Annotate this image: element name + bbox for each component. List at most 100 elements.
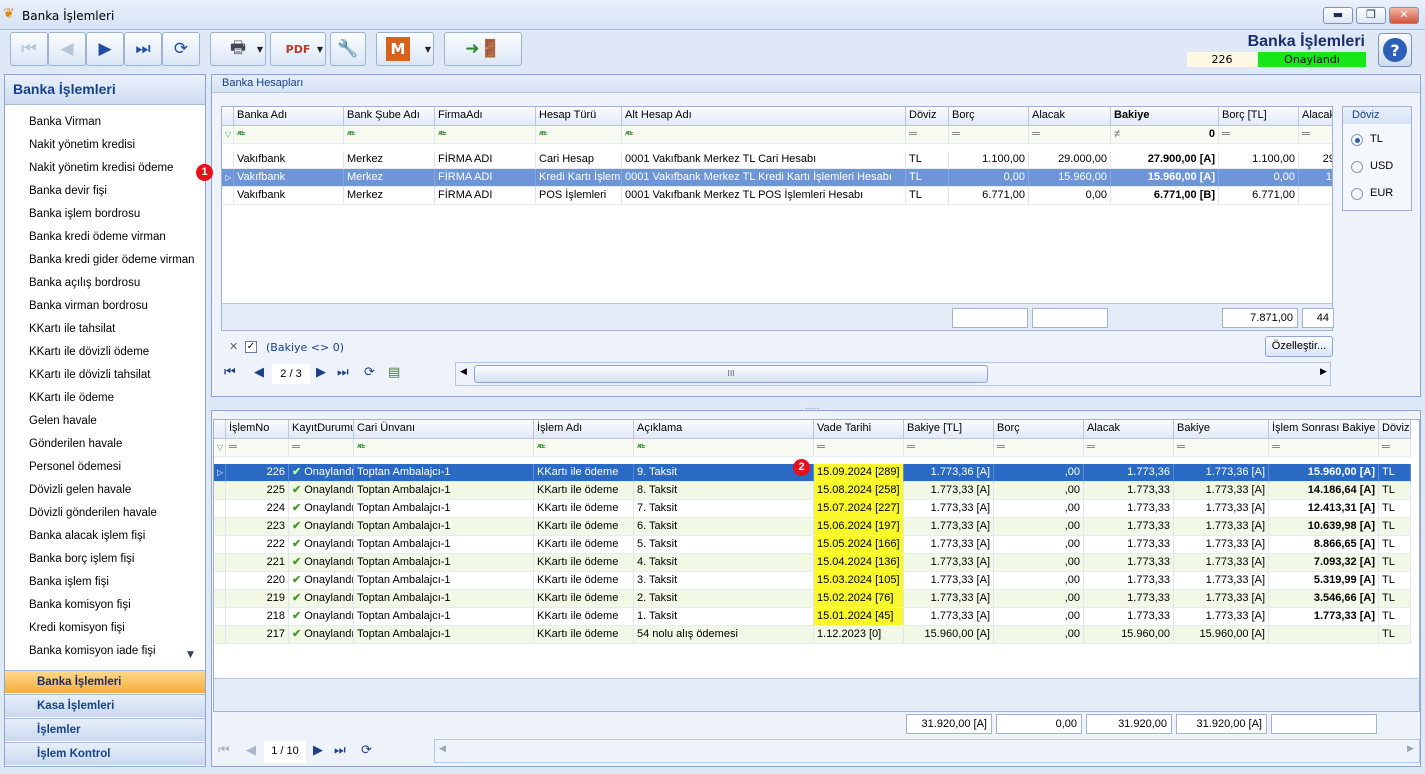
- filter-cell[interactable]: ᴬᴮᶜ: [622, 126, 906, 144]
- filter-cell[interactable]: ═: [1269, 439, 1379, 457]
- column-header[interactable]: Alacak: [1084, 420, 1174, 439]
- sidebar-item[interactable]: Banka devir fişi: [5, 180, 205, 203]
- export-icon[interactable]: ▤: [388, 365, 400, 380]
- sidebar-item[interactable]: Personel ödemesi: [5, 456, 205, 479]
- column-header[interactable]: Alacak: [1029, 107, 1111, 126]
- sidebar-item[interactable]: Banka alacak işlem fişi: [5, 525, 205, 548]
- sidebar-item[interactable]: Banka işlem fişi: [5, 571, 205, 594]
- next-page-button[interactable]: ▶: [316, 365, 326, 380]
- refresh-icon[interactable]: ⟳: [364, 365, 375, 380]
- prev-page-button[interactable]: ◀: [254, 365, 264, 380]
- column-header[interactable]: Bakiye [TL]: [904, 420, 994, 439]
- transaction-row[interactable]: 217 ✔ Onaylandı Toptan Ambalajcı-1 KKartı il…: [214, 626, 1419, 644]
- first-record-button[interactable]: ⏮: [10, 32, 48, 66]
- row-indicator[interactable]: ▷: [214, 464, 226, 482]
- sidebar-item[interactable]: Banka Virman: [5, 111, 205, 134]
- filter-cell[interactable]: ᴬᴮᶜ: [435, 126, 536, 144]
- next-record-button[interactable]: ▶: [86, 32, 124, 66]
- row-indicator[interactable]: [214, 518, 226, 536]
- column-header[interactable]: Bank Şube Adı: [344, 107, 435, 126]
- column-header[interactable]: Alt Hesap Adı: [622, 107, 906, 126]
- column-header[interactable]: İşlem Adı: [534, 420, 634, 439]
- row-indicator[interactable]: [214, 590, 226, 608]
- exit-button[interactable]: ➜🚪: [444, 32, 522, 66]
- last-page-button[interactable]: ⏭: [334, 743, 346, 758]
- account-row[interactable]: Vakıfbank Merkez FİRMA ADI POS İşlemleri 000…: [222, 187, 1332, 205]
- first-page-button[interactable]: ⏮: [218, 743, 230, 758]
- row-indicator[interactable]: ▷: [222, 169, 234, 187]
- filter-text[interactable]: (Bakiye <> 0): [266, 341, 344, 354]
- sidebar-item[interactable]: Dövizli gelen havale: [5, 479, 205, 502]
- transaction-row[interactable]: 220 ✔ Onaylandı Toptan Ambalajcı-1 KKartı il…: [214, 572, 1419, 590]
- help-button[interactable]: ?: [1378, 33, 1412, 67]
- transaction-row[interactable]: 221 ✔ Onaylandı Toptan Ambalajcı-1 KKartı il…: [214, 554, 1419, 572]
- row-indicator[interactable]: [214, 482, 226, 500]
- column-header[interactable]: İşlemNo: [226, 420, 289, 439]
- filter-cell[interactable]: ═: [906, 126, 949, 144]
- last-record-button[interactable]: ⏭: [124, 32, 162, 66]
- nav-group-0[interactable]: Banka İşlemleri: [5, 670, 205, 693]
- nav-group-2[interactable]: İşlemler: [5, 718, 205, 741]
- sidebar-item[interactable]: Nakit yönetim kredisi: [5, 134, 205, 157]
- nav-group-3[interactable]: İşlem Kontrol: [5, 742, 205, 765]
- filter-cell[interactable]: ═: [904, 439, 994, 457]
- transaction-row[interactable]: 218 ✔ Onaylandı Toptan Ambalajcı-1 KKartı il…: [214, 608, 1419, 626]
- row-indicator[interactable]: [214, 608, 226, 626]
- currency-radio-eur[interactable]: [1351, 188, 1363, 200]
- transaction-row[interactable]: 219 ✔ Onaylandı Toptan Ambalajcı-1 KKartı il…: [214, 590, 1419, 608]
- column-header[interactable]: İşlem Sonrası Bakiye: [1269, 420, 1379, 439]
- column-header[interactable]: FirmaAdı: [435, 107, 536, 126]
- currency-label-usd[interactable]: USD: [1370, 160, 1393, 172]
- scroll-thumb[interactable]: III: [474, 365, 988, 383]
- currency-radio-usd[interactable]: [1351, 161, 1363, 173]
- sidebar-item[interactable]: Kredi komisyon fişi: [5, 617, 205, 640]
- sidebar-item[interactable]: Banka kredi gider ödeme virman: [5, 249, 205, 272]
- next-page-button[interactable]: ▶: [313, 743, 323, 758]
- nav-group-1[interactable]: Kasa İşlemleri: [5, 694, 205, 717]
- filter-cell[interactable]: ═: [226, 439, 289, 457]
- sidebar-item[interactable]: KKartı ile ödeme: [5, 387, 205, 410]
- clear-filter-icon[interactable]: ✕: [229, 340, 238, 353]
- filter-cell[interactable]: ═: [949, 126, 1029, 144]
- column-header[interactable]: Cari Ünvanı: [354, 420, 534, 439]
- pdf-export-button[interactable]: PDF ▼: [270, 32, 326, 66]
- column-header[interactable]: Borç [TL]: [1219, 107, 1299, 126]
- sidebar-item[interactable]: Dövizli gönderilen havale: [5, 502, 205, 525]
- column-header[interactable]: Açıklama: [634, 420, 814, 439]
- row-indicator[interactable]: [214, 554, 226, 572]
- close-button[interactable]: ✕: [1389, 7, 1419, 24]
- last-page-button[interactable]: ⏭: [337, 365, 349, 380]
- scroll-left-icon[interactable]: ◀: [460, 367, 467, 377]
- column-header[interactable]: Borç: [949, 107, 1029, 126]
- filter-cell[interactable]: ᴬᴮᶜ: [354, 439, 534, 457]
- sidebar-item[interactable]: Banka komisyon iade fişi: [5, 640, 205, 663]
- filter-cell[interactable]: ═: [814, 439, 904, 457]
- customize-button[interactable]: Özelleştir...: [1265, 336, 1333, 357]
- sidebar-item[interactable]: Banka açılış bordrosu: [5, 272, 205, 295]
- account-row[interactable]: ▷ Vakıfbank Merkez FİRMA ADI Kredi Kartı İşl…: [222, 169, 1332, 187]
- transactions-hscrollbar[interactable]: ◀ ▶: [434, 739, 1420, 763]
- filter-icon[interactable]: ▽: [214, 439, 226, 457]
- filter-icon[interactable]: ▽: [222, 126, 234, 144]
- sidebar-item[interactable]: Banka borç işlem fişi: [5, 548, 205, 571]
- first-page-button[interactable]: ⏮: [224, 365, 236, 380]
- column-header[interactable]: KayıtDurumu: [289, 420, 354, 439]
- sidebar-item[interactable]: Banka kredi ödeme virman: [5, 226, 205, 249]
- currency-label-eur[interactable]: EUR: [1370, 187, 1393, 199]
- sidebar-item[interactable]: Gelen havale: [5, 410, 205, 433]
- accounts-hscrollbar[interactable]: ◀ III ▶: [455, 362, 1331, 386]
- transaction-row[interactable]: 223 ✔ Onaylandı Toptan Ambalajcı-1 KKartı il…: [214, 518, 1419, 536]
- row-indicator[interactable]: [214, 572, 226, 590]
- sidebar-item[interactable]: KKartı ile tahsilat: [5, 318, 205, 341]
- row-indicator[interactable]: [214, 626, 226, 644]
- row-indicator[interactable]: [222, 187, 234, 205]
- refresh-icon[interactable]: ⟳: [361, 743, 372, 758]
- filter-cell[interactable]: ═: [289, 439, 354, 457]
- maximize-button[interactable]: ❐: [1356, 7, 1386, 24]
- scroll-right-icon[interactable]: ▶: [1320, 367, 1327, 377]
- sidebar-item[interactable]: Banka işlem bordrosu: [5, 203, 205, 226]
- sidebar-item[interactable]: Banka komisyon fişi: [5, 594, 205, 617]
- filter-cell[interactable]: ≠ 0: [1111, 126, 1219, 144]
- scroll-left-icon[interactable]: ◀: [439, 744, 446, 754]
- sidebar-item[interactable]: KKartı ile dövizli ödeme: [5, 341, 205, 364]
